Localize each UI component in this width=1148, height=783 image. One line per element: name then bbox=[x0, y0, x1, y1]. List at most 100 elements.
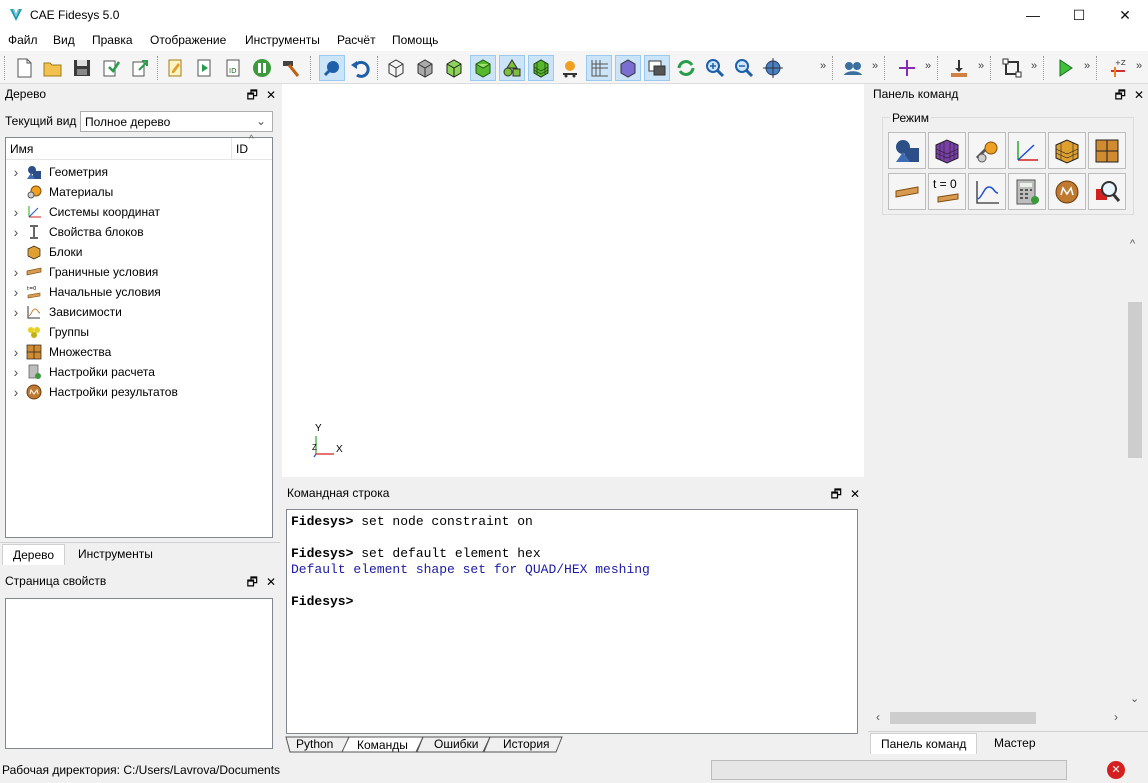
menu-calculation[interactable]: Расчёт bbox=[337, 33, 376, 47]
vscroll-thumb[interactable] bbox=[1128, 302, 1142, 458]
mode-sets-button[interactable] bbox=[1088, 132, 1126, 169]
mesh-view-button[interactable] bbox=[528, 55, 554, 81]
menu-edit[interactable]: Правка bbox=[92, 33, 133, 47]
undo-button[interactable] bbox=[347, 55, 373, 81]
mode-results-button[interactable] bbox=[1048, 173, 1086, 210]
menu-display[interactable]: Отображение bbox=[150, 33, 226, 47]
toolbar-grip[interactable] bbox=[832, 56, 835, 80]
console-input-line[interactable]: Fidesys> bbox=[291, 594, 353, 609]
minimize-button[interactable]: — bbox=[1010, 0, 1056, 30]
tab-errors[interactable]: Ошибки bbox=[434, 737, 479, 751]
toolbar-overflow-chevron[interactable]: » bbox=[872, 60, 878, 72]
current-view-select[interactable]: Полное дерево ⌄ bbox=[80, 111, 273, 132]
mode-inspect-button[interactable] bbox=[1088, 173, 1126, 210]
tree-item[interactable]: › Настройки расчета bbox=[7, 362, 267, 382]
tree-item[interactable]: › Настройки результатов bbox=[7, 382, 267, 402]
toolbar-overflow-chevron[interactable]: » bbox=[1031, 60, 1037, 72]
hammer-button[interactable] bbox=[278, 55, 304, 81]
tab-python[interactable]: Python bbox=[296, 737, 333, 751]
grid-button[interactable] bbox=[586, 55, 612, 81]
bounding-box-button[interactable] bbox=[999, 55, 1025, 81]
tab-command-panel[interactable]: Панель команд bbox=[870, 733, 978, 754]
toolbar-overflow-chevron[interactable]: » bbox=[978, 60, 984, 72]
column-id-header[interactable]: ID bbox=[236, 142, 248, 156]
tree-item[interactable]: Материалы bbox=[7, 182, 267, 202]
export-button[interactable] bbox=[127, 55, 153, 81]
new-file-button[interactable] bbox=[11, 55, 37, 81]
mode-initial-button[interactable]: t = 0 bbox=[928, 173, 966, 210]
toolbar-grip[interactable] bbox=[1043, 56, 1046, 80]
tree-item[interactable]: Блоки bbox=[7, 242, 267, 262]
play-journal-button[interactable] bbox=[191, 55, 217, 81]
tree-item[interactable]: › t=0 Начальные условия bbox=[7, 282, 267, 302]
menu-tools[interactable]: Инструменты bbox=[245, 33, 320, 47]
graphics-viewport[interactable]: Y X Z bbox=[282, 84, 864, 477]
refresh-button[interactable] bbox=[673, 55, 699, 81]
expand-arrow-icon[interactable]: › bbox=[7, 224, 25, 240]
shaded-button[interactable] bbox=[441, 55, 467, 81]
toolbar-grip[interactable] bbox=[4, 56, 7, 80]
perspective-button[interactable] bbox=[615, 55, 641, 81]
geometry-view-button[interactable] bbox=[499, 55, 525, 81]
toolbar-grip[interactable] bbox=[157, 56, 160, 80]
close-icon[interactable]: ✕ bbox=[266, 88, 276, 102]
mode-geometry-button[interactable] bbox=[888, 132, 926, 169]
close-icon[interactable]: ✕ bbox=[850, 487, 860, 501]
tab-tools[interactable]: Инструменты bbox=[68, 544, 163, 564]
save-button[interactable] bbox=[69, 55, 95, 81]
mode-mesh-button[interactable] bbox=[928, 132, 966, 169]
expand-arrow-icon[interactable]: › bbox=[7, 204, 25, 220]
window-view-button[interactable] bbox=[644, 55, 670, 81]
toolbar-grip[interactable] bbox=[884, 56, 887, 80]
expand-arrow-icon[interactable]: › bbox=[7, 364, 25, 380]
mode-dependencies-button[interactable] bbox=[968, 173, 1006, 210]
close-icon[interactable]: ✕ bbox=[1134, 88, 1144, 102]
tree-item[interactable]: › Граничные условия bbox=[7, 262, 267, 282]
command-panel-vscrollbar[interactable]: ^ ⌄ bbox=[1126, 236, 1144, 710]
parts-button[interactable] bbox=[840, 55, 866, 81]
toolbar-grip[interactable] bbox=[377, 56, 380, 80]
run-button[interactable] bbox=[1052, 55, 1078, 81]
pause-button[interactable] bbox=[249, 55, 275, 81]
properties-area[interactable] bbox=[5, 598, 273, 749]
column-name-header[interactable]: Имя bbox=[10, 142, 33, 156]
tab-commands[interactable]: Команды bbox=[357, 738, 408, 752]
toolbar-grip[interactable] bbox=[937, 56, 940, 80]
expand-arrow-icon[interactable]: › bbox=[7, 304, 25, 320]
scroll-up-icon[interactable]: ^ bbox=[1130, 238, 1135, 250]
error-indicator-icon[interactable]: ✕ bbox=[1107, 761, 1125, 779]
tree-item[interactable]: › Свойства блоков bbox=[7, 222, 267, 242]
toolbar-overflow-chevron[interactable]: » bbox=[1136, 60, 1142, 72]
scroll-down-icon[interactable]: ⌄ bbox=[1130, 692, 1139, 705]
tree-item[interactable]: › Системы координат bbox=[7, 202, 267, 222]
scroll-left-icon[interactable]: ‹ bbox=[876, 710, 880, 724]
expand-arrow-icon[interactable]: › bbox=[7, 284, 25, 300]
tree-item[interactable]: › Зависимости bbox=[7, 302, 267, 322]
float-icon[interactable]: 🗗 bbox=[247, 575, 258, 589]
menu-file[interactable]: Файл bbox=[8, 33, 38, 47]
expand-arrow-icon[interactable]: › bbox=[7, 384, 25, 400]
float-icon[interactable]: 🗗 bbox=[831, 487, 842, 501]
hscroll-thumb[interactable] bbox=[890, 712, 1036, 724]
expand-arrow-icon[interactable]: › bbox=[7, 344, 25, 360]
toolbar-overflow-chevron[interactable]: » bbox=[1084, 60, 1090, 72]
float-icon[interactable]: 🗗 bbox=[247, 88, 258, 102]
zoom-out-button[interactable] bbox=[731, 55, 757, 81]
toolbar-grip[interactable] bbox=[310, 56, 313, 80]
close-window-button[interactable]: ✕ bbox=[1102, 0, 1148, 30]
point-button[interactable] bbox=[894, 55, 920, 81]
float-icon[interactable]: 🗗 bbox=[1115, 88, 1126, 102]
tree-view[interactable]: Имя ID ^ › Геометрия Материалы › Системы коо… bbox=[5, 134, 273, 538]
toolbar-grip[interactable] bbox=[1096, 56, 1099, 80]
tree-item[interactable]: › Множества bbox=[7, 342, 267, 362]
smooth-shade-button[interactable] bbox=[470, 55, 496, 81]
tree-item[interactable]: › Геометрия bbox=[7, 162, 267, 182]
mode-coordinates-button[interactable] bbox=[1008, 132, 1046, 169]
close-icon[interactable]: ✕ bbox=[266, 575, 276, 589]
fit-view-button[interactable] bbox=[760, 55, 786, 81]
tab-history[interactable]: История bbox=[503, 737, 550, 751]
scroll-right-icon[interactable]: › bbox=[1114, 710, 1118, 724]
menu-view[interactable]: Вид bbox=[53, 33, 75, 47]
boundary-view-button[interactable] bbox=[557, 55, 583, 81]
mode-boundary-button[interactable] bbox=[888, 173, 926, 210]
